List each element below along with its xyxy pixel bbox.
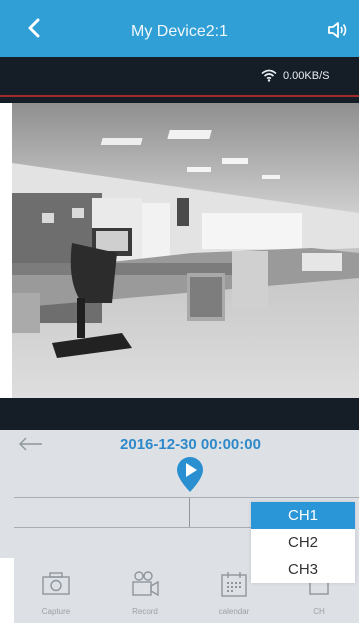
- video-feed[interactable]: [12, 103, 359, 398]
- page-title: My Device2:1: [131, 23, 228, 40]
- playback-datetime: 2016-12-30 00:00:00: [120, 436, 261, 453]
- video-frame-bottom: [0, 398, 359, 430]
- timeline-cursor: [189, 498, 190, 527]
- video-frame-image: [12, 103, 359, 398]
- network-status-bar: 0.00KB/S: [0, 57, 359, 95]
- calendar-icon: [221, 572, 247, 597]
- timeline-track-top: [14, 497, 359, 498]
- capture-button[interactable]: Capture: [16, 558, 96, 623]
- timeline-track-bottom: [14, 527, 254, 528]
- app-header: My Device2:1: [0, 0, 359, 57]
- channel-label: CH: [313, 607, 325, 616]
- play-pin-icon[interactable]: [173, 454, 207, 494]
- wifi-icon: [261, 69, 277, 82]
- speaker-icon[interactable]: [327, 20, 349, 40]
- channel-option-ch3[interactable]: CH3: [251, 556, 355, 583]
- calendar-label: calendar: [218, 607, 250, 616]
- record-button[interactable]: Record: [105, 558, 185, 623]
- channel-option-ch1[interactable]: CH1: [251, 502, 355, 529]
- camera-icon: [42, 572, 70, 595]
- channel-dropdown: CH1 CH2 CH3: [251, 502, 355, 583]
- speed-readout: 0.00KB/S: [283, 70, 330, 82]
- video-camera-icon: [132, 571, 159, 597]
- capture-label: Capture: [41, 607, 71, 616]
- record-label: Record: [132, 607, 158, 616]
- channel-option-ch2[interactable]: CH2: [251, 529, 355, 556]
